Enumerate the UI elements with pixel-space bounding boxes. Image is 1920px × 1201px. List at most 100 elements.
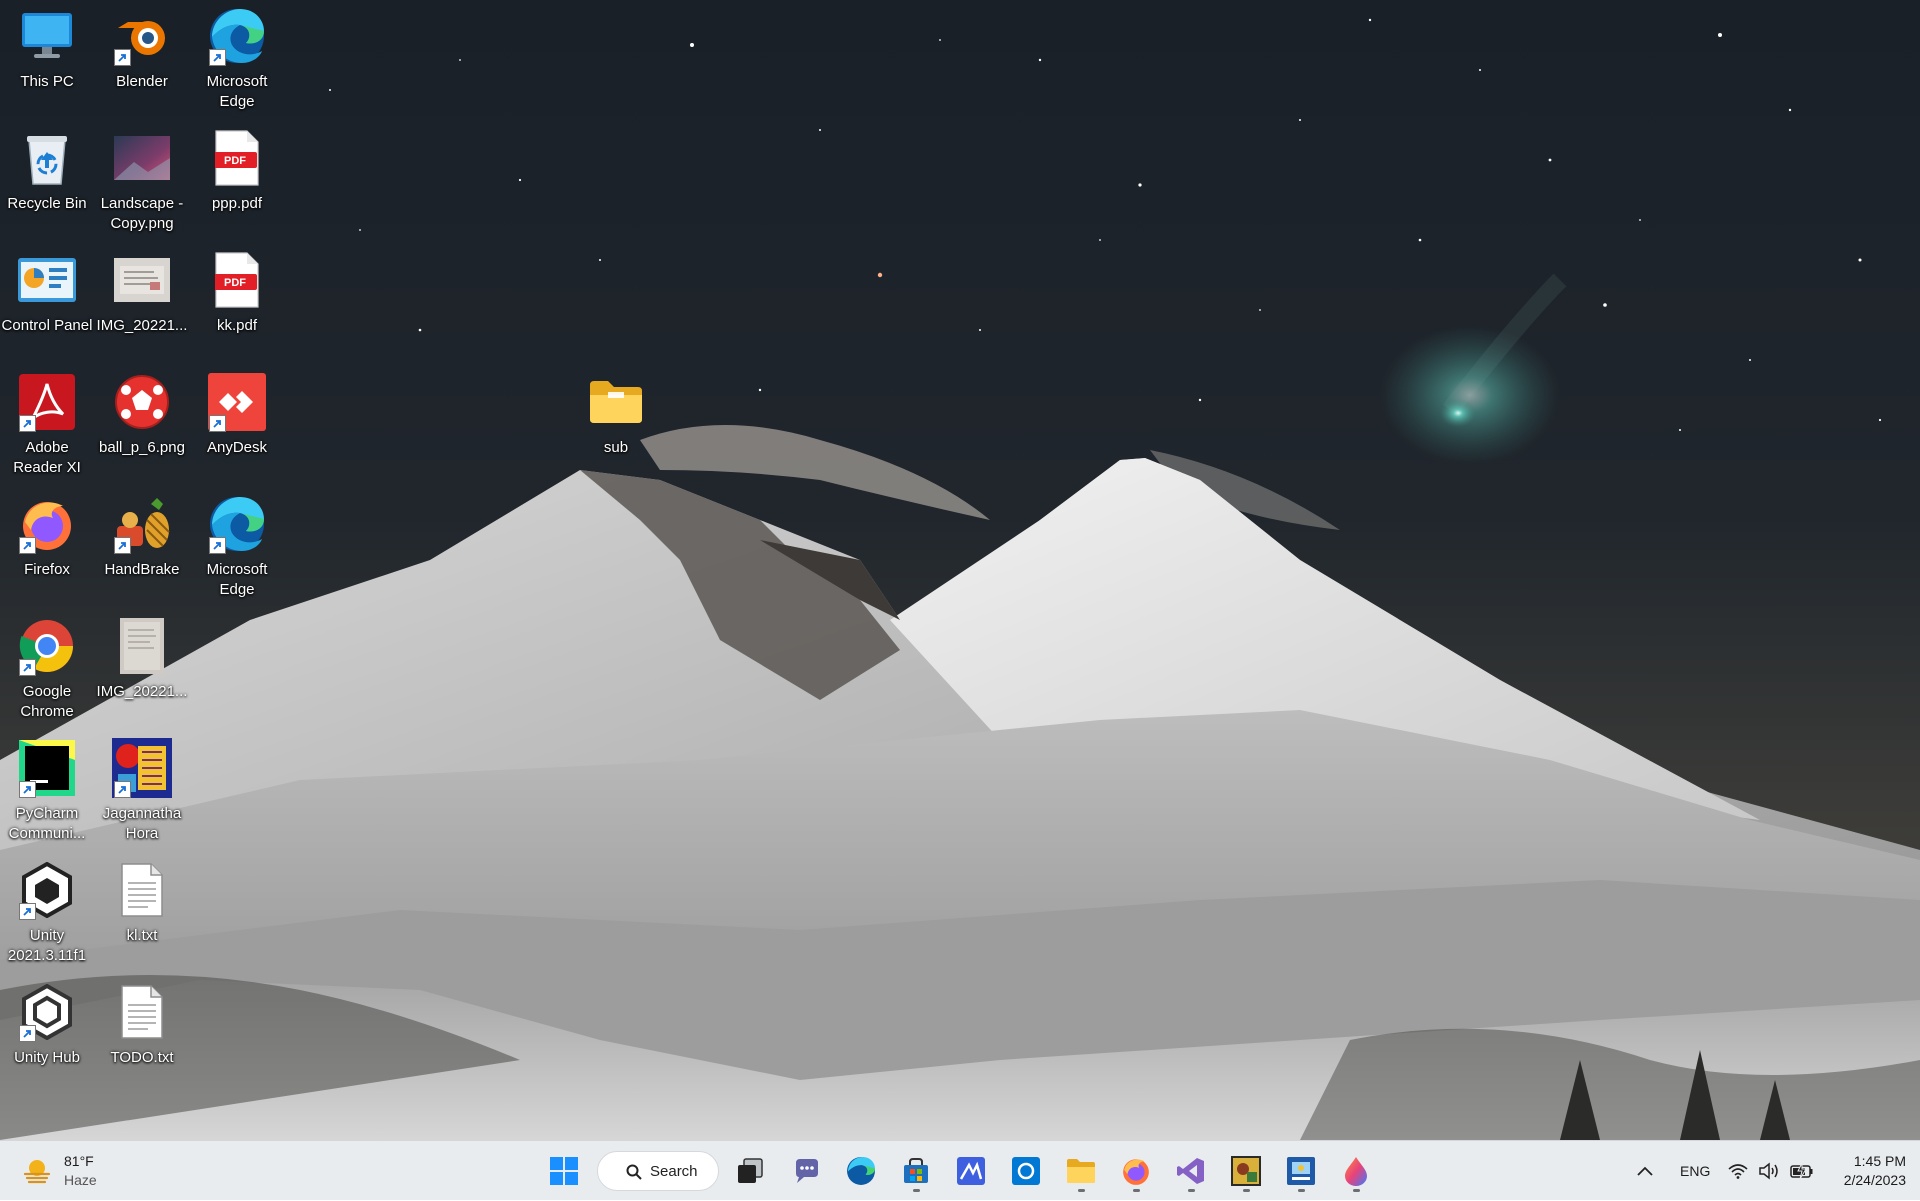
this-pc-icon: [17, 6, 77, 66]
desktop-icon-label: IMG_20221...: [96, 683, 188, 700]
volume-icon: [1759, 1162, 1778, 1180]
taskbar-math-app[interactable]: [949, 1149, 993, 1193]
taskbar: 81°F Haze Search ENG 1:45 PM 2/24/2023: [0, 1140, 1920, 1200]
shortcut-arrow-icon: [114, 49, 131, 66]
firefox-icon: [17, 494, 77, 554]
desktop-icon-label: Jagannatha Hora: [102, 805, 182, 842]
desktop-icon-kl-txt[interactable]: kl.txt: [95, 860, 189, 946]
control-panel-icon: [17, 250, 77, 310]
desktop-icon-handbrake[interactable]: HandBrake: [95, 494, 189, 580]
desktop-icon-label: This PC: [20, 73, 74, 90]
desktop-icon-control-panel[interactable]: Control Panel: [0, 250, 94, 336]
desktop-icon-firefox[interactable]: Firefox: [0, 494, 94, 580]
desktop-icon-microsoft-edge-2[interactable]: Microsoft Edge: [190, 494, 284, 600]
start-button[interactable]: [542, 1149, 586, 1193]
taskbar-file-explorer[interactable]: [1059, 1149, 1103, 1193]
text-file-icon: [112, 982, 172, 1042]
desktop-icon-label: Unity 2021.3.11f1: [7, 927, 87, 964]
desktop-icon-label: kk.pdf: [216, 317, 258, 334]
desktop-icon-todo-txt[interactable]: TODO.txt: [95, 982, 189, 1068]
desktop-icon-label: Microsoft Edge: [206, 73, 268, 110]
shortcut-arrow-icon: [114, 781, 131, 798]
desktop-icon-label: HandBrake: [104, 561, 180, 578]
blender-icon: [112, 6, 172, 66]
show-hidden-icons-button[interactable]: [1636, 1141, 1654, 1201]
desktop-icon-label: Adobe Reader XI: [13, 439, 81, 476]
image-file-icon: [112, 128, 172, 188]
desktop-icon-img-1[interactable]: IMG_20221...: [95, 250, 189, 336]
taskbar-blue-app[interactable]: [1279, 1149, 1323, 1193]
blue-app-icon: [1287, 1157, 1315, 1185]
remote-app-icon: [1012, 1157, 1040, 1185]
quick-settings-button[interactable]: [1728, 1141, 1814, 1201]
running-indicator: [1353, 1189, 1360, 1192]
taskbar-visual-studio[interactable]: [1169, 1149, 1213, 1193]
language-label: ENG: [1680, 1163, 1711, 1179]
ball-image-icon: [112, 372, 172, 432]
taskbar-remote-app[interactable]: [1004, 1149, 1048, 1193]
desktop-icon-kk-pdf[interactable]: PDF kk.pdf: [190, 250, 284, 336]
chrome-icon: [17, 616, 77, 676]
running-indicator: [1188, 1189, 1195, 1192]
taskbar-paint-app[interactable]: [1334, 1149, 1378, 1193]
desktop-icon-ppp-pdf[interactable]: PDF ppp.pdf: [190, 128, 284, 214]
teams-chat-icon: [796, 1159, 818, 1183]
shortcut-arrow-icon: [209, 537, 226, 554]
windows-start-icon: [550, 1157, 578, 1185]
anydesk-icon: [207, 372, 267, 432]
desktop-icon-microsoft-edge[interactable]: Microsoft Edge: [190, 6, 284, 112]
desktop-icon-this-pc[interactable]: This PC: [0, 6, 94, 92]
desktop-icon-unity[interactable]: Unity 2021.3.11f1: [0, 860, 94, 966]
taskbar-firefox[interactable]: [1114, 1149, 1158, 1193]
folder-icon: [586, 372, 646, 432]
weather-temp: 81°F: [64, 1153, 94, 1169]
taskbar-edge[interactable]: [839, 1149, 883, 1193]
weather-condition: Haze: [64, 1172, 97, 1188]
desktop-icon-sub-folder[interactable]: sub: [569, 372, 663, 458]
desktop-icon-google-chrome[interactable]: Google Chrome: [0, 616, 94, 722]
pdf-file-icon: PDF: [207, 128, 267, 188]
chat-button[interactable]: [784, 1149, 828, 1193]
battery-charging-icon: [1790, 1163, 1813, 1179]
desktop-icon-recycle-bin[interactable]: Recycle Bin: [0, 128, 94, 214]
running-indicator: [1243, 1189, 1250, 1192]
haze-weather-icon: [22, 1156, 52, 1186]
desktop-icon-jagannatha-hora[interactable]: Jagannatha Hora: [95, 738, 189, 844]
text-file-icon: [112, 860, 172, 920]
unity-icon: [17, 860, 77, 920]
desktop-icon-img-2[interactable]: IMG_20221...: [95, 616, 189, 702]
desktop-icon-anydesk[interactable]: AnyDesk: [190, 372, 284, 458]
desktop-icon-adobe-reader[interactable]: Adobe Reader XI: [0, 372, 94, 478]
running-indicator: [913, 1189, 920, 1192]
language-indicator[interactable]: ENG: [1680, 1141, 1710, 1201]
desktop-icon-label: Microsoft Edge: [206, 561, 268, 598]
shortcut-arrow-icon: [209, 49, 226, 66]
recycle-bin-icon: [17, 128, 77, 188]
weather-widget[interactable]: 81°F Haze: [22, 1148, 97, 1194]
shortcut-arrow-icon: [209, 415, 226, 432]
gold-app-icon: [1231, 1156, 1261, 1186]
math-app-icon: [957, 1157, 985, 1185]
desktop-icon-label: IMG_20221...: [96, 317, 188, 334]
shortcut-arrow-icon: [19, 659, 36, 676]
desktop-icon-pycharm[interactable]: PyCharm Communi...: [0, 738, 94, 844]
taskbar-gold-app[interactable]: [1224, 1149, 1268, 1193]
taskbar-search-box[interactable]: Search: [597, 1151, 719, 1191]
desktop-icon-landscape-copy[interactable]: Landscape - Copy.png: [95, 128, 189, 234]
running-indicator: [1298, 1189, 1305, 1192]
running-indicator: [1078, 1189, 1085, 1192]
pycharm-icon: [17, 738, 77, 798]
shortcut-arrow-icon: [19, 415, 36, 432]
desktop-icon-ball-png[interactable]: ball_p_6.png: [95, 372, 189, 458]
edge-icon: [207, 494, 267, 554]
chevron-up-icon: [1637, 1166, 1653, 1176]
desktop-icon-label: Google Chrome: [20, 683, 74, 720]
task-view-button[interactable]: [728, 1149, 772, 1193]
taskbar-store[interactable]: [894, 1149, 938, 1193]
desktop-icon-label: Firefox: [24, 561, 70, 578]
desktop-icon-blender[interactable]: Blender: [95, 6, 189, 92]
desktop-icon-unity-hub[interactable]: Unity Hub: [0, 982, 94, 1068]
clock-button[interactable]: 1:45 PM 2/24/2023: [1820, 1141, 1906, 1201]
adobe-reader-icon: [17, 372, 77, 432]
clock-time: 1:45 PM: [1853, 1153, 1906, 1169]
